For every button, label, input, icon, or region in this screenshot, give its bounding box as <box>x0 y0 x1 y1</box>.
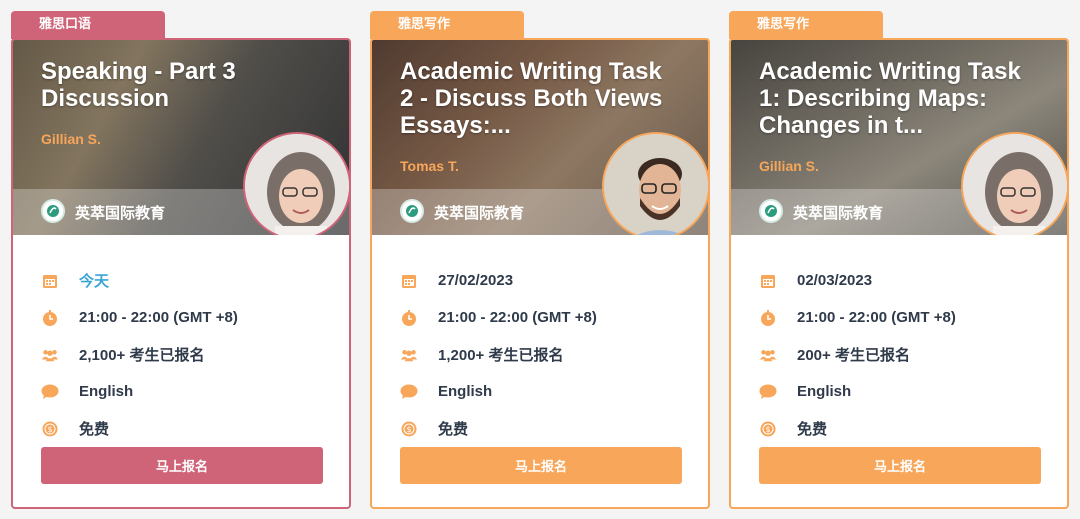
webinar-card[interactable]: 雅思写作 Academic Writing Task 1: Describing… <box>729 11 1069 509</box>
chat-bubble-icon <box>41 383 59 401</box>
webinar-title[interactable]: Speaking - Part 3 Discussion <box>41 58 311 112</box>
category-tag: 雅思写作 <box>729 11 883 39</box>
card-body: Academic Writing Task 2 - Discuss Both V… <box>370 38 710 509</box>
calendar-icon <box>759 272 777 290</box>
language-row: English <box>759 373 956 410</box>
chat-bubble-icon <box>759 383 777 401</box>
webinar-info: 今天 21:00 - 22:00 (GMT +8) 2,100+ 考生已报名 E… <box>41 262 238 447</box>
time-row: 21:00 - 22:00 (GMT +8) <box>400 299 597 336</box>
price-row: $ 免费 <box>759 410 956 447</box>
brand-logo-icon <box>400 199 424 223</box>
language-text: English <box>79 383 134 400</box>
host-avatar <box>243 132 349 235</box>
card-banner: Speaking - Part 3 Discussion Gillian S. … <box>13 40 349 235</box>
brand-logo-icon <box>759 199 783 223</box>
price-row: $ 免费 <box>400 410 597 447</box>
price-text: 免费 <box>79 421 110 438</box>
calendar-icon <box>41 272 59 290</box>
time-text: 21:00 - 22:00 (GMT +8) <box>438 309 597 326</box>
webinar-title[interactable]: Academic Writing Task 2 - Discuss Both V… <box>400 58 670 139</box>
date-row: 今天 <box>41 262 238 299</box>
people-icon <box>41 346 59 364</box>
registered-text: 2,100+ 考生已报名 <box>79 347 205 364</box>
registered-row: 1,200+ 考生已报名 <box>400 336 597 373</box>
time-text: 21:00 - 22:00 (GMT +8) <box>79 309 238 326</box>
registered-row: 200+ 考生已报名 <box>759 336 956 373</box>
brand-name: 英萃国际教育 <box>434 205 525 222</box>
card-banner: Academic Writing Task 2 - Discuss Both V… <box>372 40 708 235</box>
host-name: Gillian S. <box>41 131 101 147</box>
language-row: English <box>41 373 238 410</box>
webinar-info: 27/02/2023 21:00 - 22:00 (GMT +8) 1,200+… <box>400 262 597 447</box>
register-button[interactable]: 马上报名 <box>400 447 682 484</box>
date-row: 02/03/2023 <box>759 262 956 299</box>
card-banner: Academic Writing Task 1: Describing Maps… <box>731 40 1067 235</box>
category-tag: 雅思口语 <box>11 11 165 39</box>
time-text: 21:00 - 22:00 (GMT +8) <box>797 309 956 326</box>
price-row: $ 免费 <box>41 410 238 447</box>
register-button[interactable]: 马上报名 <box>41 447 323 484</box>
coin-icon: $ <box>41 420 59 438</box>
svg-text:$: $ <box>406 425 411 434</box>
registered-row: 2,100+ 考生已报名 <box>41 336 238 373</box>
brand-name: 英萃国际教育 <box>75 205 166 222</box>
time-row: 21:00 - 22:00 (GMT +8) <box>41 299 238 336</box>
date-row: 27/02/2023 <box>400 262 597 299</box>
language-text: English <box>797 383 852 400</box>
clock-icon <box>41 309 59 327</box>
people-icon <box>759 346 777 364</box>
webinar-card[interactable]: 雅思口语 Speaking - Part 3 Discussion Gillia… <box>11 11 351 509</box>
chat-bubble-icon <box>400 383 418 401</box>
host-name: Gillian S. <box>759 158 819 174</box>
host-name: Tomas T. <box>400 158 459 174</box>
webinar-title[interactable]: Academic Writing Task 1: Describing Maps… <box>759 58 1029 139</box>
price-text: 免费 <box>797 421 828 438</box>
webinar-info: 02/03/2023 21:00 - 22:00 (GMT +8) 200+ 考… <box>759 262 956 447</box>
card-body: Speaking - Part 3 Discussion Gillian S. … <box>11 38 351 509</box>
svg-text:$: $ <box>47 425 52 434</box>
registered-text: 200+ 考生已报名 <box>797 347 910 364</box>
price-text: 免费 <box>438 421 469 438</box>
language-row: English <box>400 373 597 410</box>
brand-logo-icon <box>41 199 65 223</box>
svg-text:$: $ <box>765 425 770 434</box>
people-icon <box>400 346 418 364</box>
card-body: Academic Writing Task 1: Describing Maps… <box>729 38 1069 509</box>
coin-icon: $ <box>400 420 418 438</box>
register-button[interactable]: 马上报名 <box>759 447 1041 484</box>
language-text: English <box>438 383 493 400</box>
date-text: 02/03/2023 <box>797 272 873 289</box>
date-text: 27/02/2023 <box>438 272 514 289</box>
calendar-icon <box>400 272 418 290</box>
coin-icon: $ <box>759 420 777 438</box>
host-avatar <box>961 132 1067 235</box>
host-avatar <box>602 132 708 235</box>
clock-icon <box>400 309 418 327</box>
brand-name: 英萃国际教育 <box>793 205 884 222</box>
time-row: 21:00 - 22:00 (GMT +8) <box>759 299 956 336</box>
clock-icon <box>759 309 777 327</box>
registered-text: 1,200+ 考生已报名 <box>438 347 564 364</box>
webinar-card[interactable]: 雅思写作 Academic Writing Task 2 - Discuss B… <box>370 11 710 509</box>
date-text: 今天 <box>79 273 110 290</box>
category-tag: 雅思写作 <box>370 11 524 39</box>
